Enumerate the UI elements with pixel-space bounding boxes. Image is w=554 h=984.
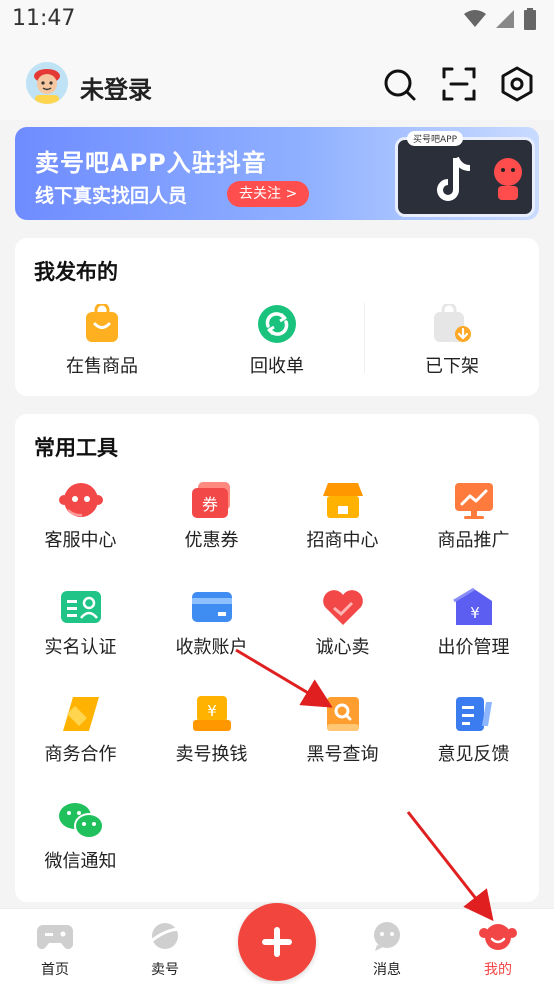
chat-icon — [374, 922, 400, 951]
banner-title: 卖号吧APP入驻抖音 — [35, 149, 267, 177]
tool-sincere-sell-label: 诚心卖 — [315, 637, 370, 658]
mascot-icon — [479, 924, 517, 950]
exchange-icon: ¥ — [192, 696, 231, 731]
tool-wechat-notify[interactable]: 微信通知 — [15, 801, 146, 873]
tools-section: 常用工具 客服中心 券 优惠券 招商中心 商品推广 实名认证 收款账户 诚心卖 … — [15, 414, 539, 902]
id-card-icon — [60, 591, 101, 623]
wifi-icon — [464, 10, 486, 27]
recycle-icon — [258, 305, 296, 343]
svg-text:¥: ¥ — [470, 604, 480, 622]
gamepad-icon — [37, 925, 73, 950]
search-icon[interactable] — [381, 66, 417, 102]
tool-sell-account-label: 卖号换钱 — [175, 744, 248, 765]
coupon-icon: 券 — [191, 482, 230, 518]
tab-home-label: 首页 — [41, 962, 69, 978]
tab-messages[interactable]: 消息 — [347, 921, 427, 979]
published-on-sale[interactable]: 在售商品 — [32, 304, 172, 378]
planet-icon — [148, 923, 182, 949]
status-time: 11:47 — [12, 6, 76, 31]
cooperation-icon — [62, 697, 99, 731]
tool-blacklist-search-label: 黑号查询 — [306, 744, 379, 765]
tab-mine-label: 我的 — [484, 962, 512, 978]
published-off-shelf[interactable]: 已下架 — [382, 304, 522, 378]
signal-icon — [496, 10, 514, 28]
scan-icon[interactable] — [441, 66, 477, 102]
customer-service-icon — [58, 483, 103, 517]
wechat-icon — [58, 803, 104, 839]
tool-sincere-sell[interactable]: 诚心卖 — [277, 587, 408, 659]
tool-business-cooperation-label: 商务合作 — [44, 744, 117, 765]
tool-customer-service[interactable]: 客服中心 — [15, 480, 146, 552]
published-recycle[interactable]: 回收单 — [207, 304, 347, 378]
tool-store[interactable]: 招商中心 — [277, 480, 408, 552]
tool-feedback-label: 意见反馈 — [437, 744, 510, 765]
divider — [364, 303, 365, 373]
tool-store-label: 招商中心 — [306, 530, 379, 551]
tool-payment-account[interactable]: 收款账户 — [146, 587, 277, 659]
svg-text:券: 券 — [201, 495, 217, 514]
heart-icon — [322, 590, 363, 625]
tool-payment-account-label: 收款账户 — [175, 637, 248, 658]
tool-business-cooperation[interactable]: 商务合作 — [15, 694, 146, 766]
published-recycle-label: 回收单 — [250, 356, 304, 377]
published-section: 我发布的 在售商品 回收单 已下架 — [15, 238, 539, 396]
bank-card-icon — [191, 592, 232, 622]
battery-icon — [524, 8, 536, 30]
tool-real-name[interactable]: 实名认证 — [15, 587, 146, 659]
promotion-icon — [454, 483, 493, 519]
tool-bid-management[interactable]: ¥ 出价管理 — [408, 587, 539, 659]
plus-icon — [262, 927, 292, 957]
tool-coupon[interactable]: 券 优惠券 — [146, 480, 277, 552]
tab-home[interactable]: 首页 — [15, 921, 95, 979]
bag-down-icon — [434, 304, 471, 342]
published-off-shelf-label: 已下架 — [425, 356, 479, 377]
tool-real-name-label: 实名认证 — [44, 637, 117, 658]
profile-header: 未登录 — [0, 40, 554, 120]
tool-customer-service-label: 客服中心 — [44, 530, 117, 551]
tool-feedback[interactable]: 意见反馈 — [408, 694, 539, 766]
publish-button[interactable] — [238, 903, 316, 981]
bid-icon: ¥ — [452, 587, 492, 625]
tools-title: 常用工具 — [34, 436, 118, 460]
blacklist-search-icon — [326, 697, 359, 731]
tab-messages-label: 消息 — [373, 962, 401, 978]
tool-blacklist-search[interactable]: 黑号查询 — [277, 694, 408, 766]
phone-illustration — [395, 137, 535, 217]
tool-coupon-label: 优惠券 — [184, 530, 239, 551]
tab-sell-label: 卖号 — [151, 962, 179, 978]
banner-subtitle: 线下真实找回人员 — [35, 185, 188, 207]
store-icon — [322, 483, 363, 518]
tool-sell-account[interactable]: ¥ 卖号换钱 — [146, 694, 277, 766]
published-on-sale-label: 在售商品 — [66, 356, 138, 377]
shopping-bag-icon — [86, 304, 118, 342]
banner-tag: 买号吧APP — [407, 131, 464, 146]
status-bar: 11:47 — [0, 0, 554, 40]
tool-promotion-label: 商品推广 — [437, 530, 510, 551]
settings-icon[interactable] — [499, 66, 535, 102]
promo-banner[interactable]: 卖号吧APP入驻抖音 线下真实找回人员 去关注 > 买号吧APP — [15, 127, 539, 220]
feedback-icon — [455, 697, 492, 731]
follow-button[interactable]: 去关注 > — [227, 181, 310, 207]
tab-sell[interactable]: 卖号 — [125, 921, 205, 979]
published-title: 我发布的 — [34, 260, 118, 284]
avatar[interactable] — [26, 62, 68, 104]
tool-bid-management-label: 出价管理 — [437, 637, 510, 658]
tool-promotion[interactable]: 商品推广 — [408, 480, 539, 552]
tab-mine[interactable]: 我的 — [458, 921, 538, 979]
svg-text:¥: ¥ — [207, 702, 217, 720]
username[interactable]: 未登录 — [80, 70, 152, 105]
tool-wechat-notify-label: 微信通知 — [44, 851, 117, 872]
